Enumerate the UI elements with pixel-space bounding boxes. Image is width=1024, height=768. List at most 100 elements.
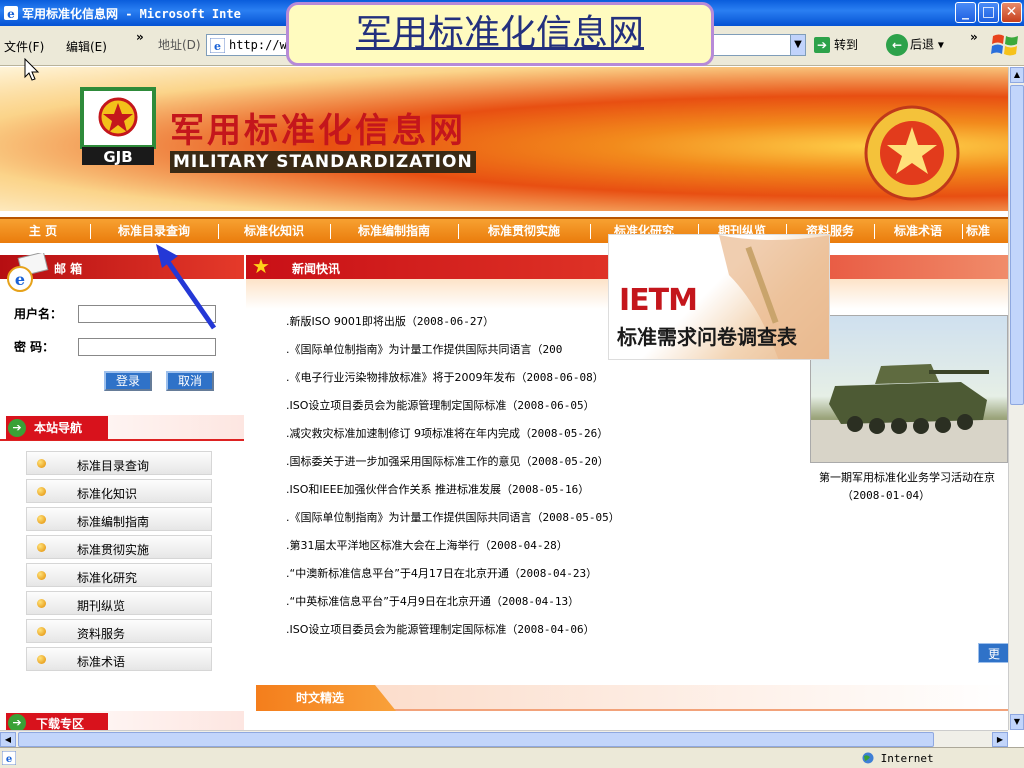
nav-separator bbox=[330, 224, 331, 239]
address-input[interactable]: http://w bbox=[229, 38, 287, 52]
bullet-icon bbox=[37, 487, 46, 496]
ie-icon: e bbox=[4, 6, 18, 21]
site-nav-label: 标准术语 bbox=[77, 655, 126, 669]
svg-text:e: e bbox=[7, 7, 15, 21]
nav-knowledge[interactable]: 标准化知识 bbox=[222, 219, 326, 243]
news-item[interactable]: .《国际单位制指南》为计量工作提供国际共同语言（200 bbox=[286, 341, 562, 357]
back-button[interactable]: ← 后退 ▾ bbox=[886, 34, 944, 56]
svg-text:e: e bbox=[15, 270, 25, 289]
minimize-button[interactable]: _ bbox=[955, 2, 976, 23]
password-input[interactable] bbox=[78, 338, 216, 356]
news-item[interactable]: .ISO和IEEE加强伙伴合作关系 推进标准发展（2008-05-16） bbox=[286, 481, 589, 497]
status-bar: e Internet bbox=[0, 747, 1024, 768]
photo-date: （2008-01-04） bbox=[841, 489, 931, 502]
more-news-button[interactable]: 更 bbox=[978, 643, 1008, 663]
site-nav-label: 期刊纵览 bbox=[77, 599, 126, 613]
menu-edit[interactable]: 编辑(E) bbox=[66, 38, 107, 55]
site-nav-item-guide[interactable]: 标准编制指南 bbox=[26, 507, 212, 531]
news-item[interactable]: .“中澳新标准信息平台”于4月17日在北京开通（2008-04-23） bbox=[286, 565, 597, 581]
page-viewport: GJB 军用标准化信息网 MILITARY STANDARDIZATION 主 … bbox=[0, 67, 1008, 730]
cancel-button[interactable]: 取消 bbox=[166, 371, 214, 391]
nav-home[interactable]: 主 页 bbox=[0, 219, 86, 243]
scroll-down-icon[interactable]: ▼ bbox=[1010, 714, 1024, 730]
news-item[interactable]: .减灾救灾标准加速制修订 9项标准将在年内完成（2008-05-26） bbox=[286, 425, 608, 441]
nav-separator bbox=[458, 224, 459, 239]
window-title: 军用标准化信息网 - Microsoft Inte bbox=[22, 7, 241, 21]
logo-text: GJB bbox=[103, 148, 132, 166]
site-name-en: MILITARY STANDARDIZATION bbox=[170, 151, 476, 173]
address-dropdown[interactable]: ▼ bbox=[790, 34, 806, 56]
svg-text:e: e bbox=[214, 40, 221, 53]
globe-icon bbox=[862, 752, 874, 764]
mail-icon: e bbox=[7, 253, 49, 292]
site-nav-label: 标准化研究 bbox=[77, 571, 138, 585]
scroll-up-icon[interactable]: ▲ bbox=[1010, 67, 1024, 83]
news-item[interactable]: .《电子行业污染物排放标准》将于2009年发布（2008-06-08） bbox=[286, 369, 604, 385]
svg-text:e: e bbox=[6, 754, 12, 765]
site-nav-item-journals[interactable]: 期刊纵览 bbox=[26, 591, 212, 615]
go-label: 转到 bbox=[834, 38, 859, 52]
gjb-logo-icon: GJB bbox=[80, 87, 156, 166]
menu-more-chevron[interactable]: » bbox=[136, 30, 144, 44]
scroll-left-icon[interactable]: ◀ bbox=[0, 732, 16, 747]
news-item[interactable]: .第31届太平洋地区标准大会在上海举行（2008-04-28） bbox=[286, 537, 568, 553]
address-label: 地址(D) bbox=[158, 38, 201, 52]
selection-title: 时文精选 bbox=[256, 685, 396, 711]
username-label: 用户名： bbox=[14, 307, 63, 321]
nav-separator bbox=[590, 224, 591, 239]
site-banner: GJB 军用标准化信息网 MILITARY STANDARDIZATION bbox=[0, 67, 1008, 211]
internet-zone: Internet bbox=[862, 752, 934, 765]
news-item[interactable]: .“中英标准信息平台”于4月9日在北京开通（2008-04-13） bbox=[286, 593, 579, 609]
login-button[interactable]: 登录 bbox=[104, 371, 152, 391]
site-nav-item-data-service[interactable]: 资料服务 bbox=[26, 619, 212, 643]
news-item[interactable]: .国标委关于进一步加强采用国际标准工作的意见（2008-05-20） bbox=[286, 453, 609, 469]
nav-separator bbox=[218, 224, 219, 239]
go-button[interactable]: ➔ 转到 bbox=[814, 36, 858, 53]
nav-implementation[interactable]: 标准贯彻实施 bbox=[462, 219, 586, 243]
national-emblem-icon bbox=[864, 105, 960, 201]
menu-file[interactable]: 文件(F) bbox=[4, 38, 44, 55]
back-arrow-icon: ← bbox=[886, 34, 908, 56]
arrow-circle-icon: ➔ bbox=[8, 714, 26, 730]
news-item[interactable]: .《国际单位制指南》为计量工作提供国际共同语言（2008-05-05） bbox=[286, 509, 620, 525]
scroll-right-icon[interactable]: ▶ bbox=[992, 732, 1008, 747]
site-nav-item-implementation[interactable]: 标准贯彻实施 bbox=[26, 535, 212, 559]
nav-standard[interactable]: 标准 bbox=[966, 219, 1008, 243]
horizontal-scrollbar[interactable]: ◀ ▶ bbox=[0, 730, 1008, 747]
selection-header: 时文精选 bbox=[256, 685, 1008, 711]
h-scroll-thumb[interactable] bbox=[18, 732, 934, 747]
site-nav-label: 标准化知识 bbox=[77, 487, 138, 501]
site-nav-item-catalog[interactable]: 标准目录查询 bbox=[26, 451, 212, 475]
news-photo[interactable] bbox=[810, 315, 1008, 463]
site-name-cn: 军用标准化信息网 bbox=[170, 111, 466, 151]
site-nav-label: 资料服务 bbox=[77, 627, 126, 641]
nav-separator bbox=[90, 224, 91, 239]
back-dropdown-icon[interactable]: ▾ bbox=[938, 38, 944, 52]
annotation-arrow-icon bbox=[156, 244, 217, 330]
site-nav-item-terminology[interactable]: 标准术语 bbox=[26, 647, 212, 671]
site-nav-item-knowledge[interactable]: 标准化知识 bbox=[26, 479, 212, 503]
ietm-survey-banner[interactable]: IETM 标准需求问卷调查表 bbox=[608, 234, 830, 360]
star-icon: ★ bbox=[252, 254, 270, 278]
scroll-thumb[interactable] bbox=[1010, 85, 1024, 405]
close-button[interactable]: ✕ bbox=[1001, 2, 1022, 23]
ietm-title: IETM bbox=[619, 283, 698, 318]
bullet-icon bbox=[37, 627, 46, 636]
bullet-icon bbox=[37, 459, 46, 468]
vertical-scrollbar[interactable]: ▲ ▼ bbox=[1008, 67, 1024, 730]
ietm-subtitle: 标准需求问卷调查表 bbox=[617, 325, 797, 349]
page-status-icon: e bbox=[2, 751, 16, 765]
news-item[interactable]: .ISO设立项目委员会为能源管理制定国际标准（2008-06-05） bbox=[286, 397, 595, 413]
armored-vehicle-image bbox=[811, 364, 1007, 462]
site-nav-header: 本站导航 ➔ bbox=[0, 415, 244, 441]
bullet-icon bbox=[37, 515, 46, 524]
nav-terminology[interactable]: 标准术语 bbox=[878, 219, 958, 243]
news-item[interactable]: .ISO设立项目委员会为能源管理制定国际标准（2008-04-06） bbox=[286, 621, 595, 637]
site-nav-item-research[interactable]: 标准化研究 bbox=[26, 563, 212, 587]
toolbar-more-chevron[interactable]: » bbox=[970, 30, 978, 44]
news-item[interactable]: .新版ISO 9001即将出版（2008-06-27） bbox=[286, 313, 494, 329]
maximize-button[interactable]: □ bbox=[978, 2, 999, 23]
nav-compilation-guide[interactable]: 标准编制指南 bbox=[334, 219, 454, 243]
download-header: 下载专区 ➔ bbox=[0, 711, 244, 730]
photo-caption[interactable]: 第一期军用标准化业务学习活动在京 bbox=[806, 469, 1008, 485]
